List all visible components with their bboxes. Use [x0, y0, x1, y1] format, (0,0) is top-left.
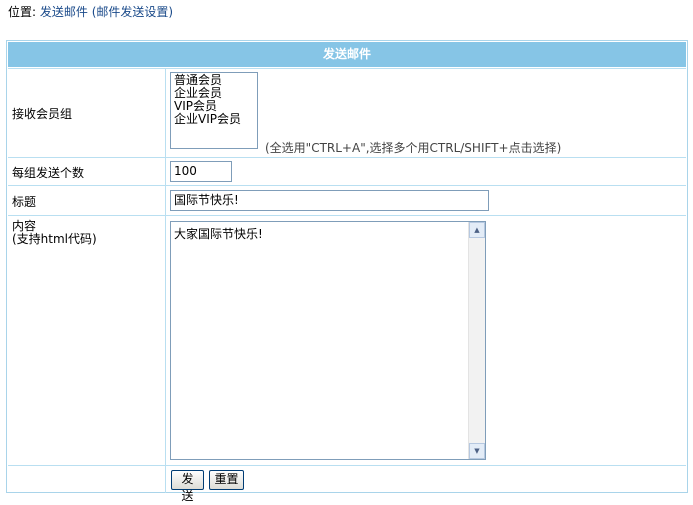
breadcrumb: 位置: 发送邮件 (邮件发送设置)	[8, 4, 173, 20]
send-mail-form: 发送邮件 接收会员组 普通会员 企业会员 VIP会员 企业VIP会员 (全选用"…	[6, 40, 688, 503]
actions-label-cell	[8, 466, 166, 493]
row-subject: 标题 国际节快乐!	[8, 185, 686, 215]
subject-label: 标题	[8, 186, 166, 215]
recipient-groups-hint: (全选用"CTRL+A",选择多个用CTRL/SHIFT+点击选择)	[265, 141, 562, 155]
recipient-groups-select[interactable]: 普通会员 企业会员 VIP会员 企业VIP会员	[170, 72, 258, 149]
content-scrollbar[interactable]: ▲ ▼	[468, 222, 485, 459]
send-count-label: 每组发送个数	[8, 158, 166, 185]
breadcrumb-link-mail-settings[interactable]: (邮件发送设置)	[92, 5, 173, 19]
send-count-input[interactable]: 100	[170, 161, 232, 182]
row-send-count: 每组发送个数 100	[8, 157, 686, 185]
reset-button[interactable]: 重置	[209, 470, 244, 490]
breadcrumb-link-send-mail[interactable]: 发送邮件	[40, 5, 88, 19]
form-title: 发送邮件	[8, 42, 686, 67]
send-button[interactable]: 发送	[171, 470, 204, 503]
recipient-groups-label: 接收会员组	[8, 69, 166, 157]
breadcrumb-prefix: 位置:	[8, 5, 37, 19]
content-label-hint: (支持html代码)	[12, 232, 97, 246]
subject-input[interactable]: 国际节快乐!	[170, 190, 489, 211]
group-option-enterprise-vip[interactable]: 企业VIP会员	[174, 113, 254, 126]
scroll-down-icon[interactable]: ▼	[469, 443, 485, 459]
row-content: 内容 (支持html代码) 大家国际节快乐! ▲ ▼	[8, 215, 686, 465]
row-actions: 发送 重置	[8, 465, 686, 503]
content-textarea[interactable]: 大家国际节快乐! ▲ ▼	[170, 221, 486, 460]
content-label: 内容 (支持html代码)	[8, 216, 166, 465]
row-recipient-groups: 接收会员组 普通会员 企业会员 VIP会员 企业VIP会员 (全选用"CTRL+…	[8, 68, 686, 157]
content-text: 大家国际节快乐!	[174, 227, 263, 241]
scroll-up-icon[interactable]: ▲	[469, 222, 485, 238]
